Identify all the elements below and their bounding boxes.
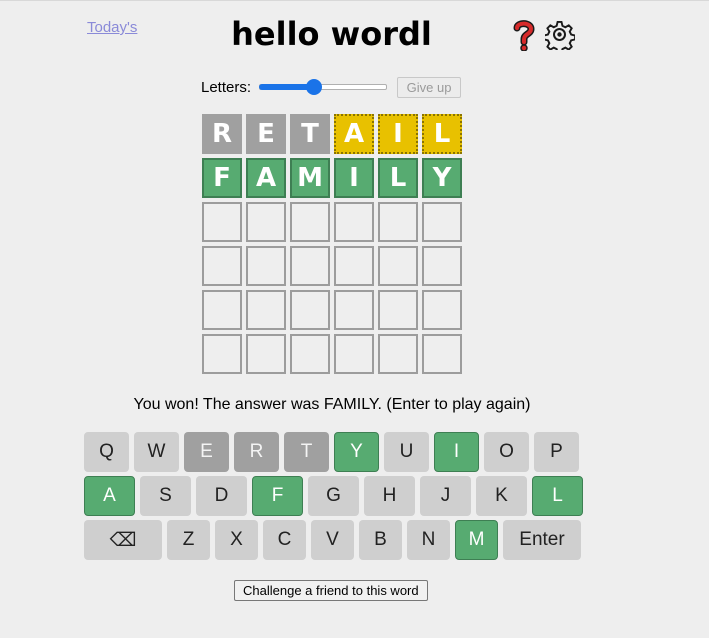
game-board: RETAILFAMILY bbox=[202, 114, 462, 374]
key-f[interactable]: F bbox=[252, 476, 303, 516]
board-tile bbox=[246, 290, 286, 330]
board-tile: A bbox=[334, 114, 374, 154]
question-mark-icon[interactable] bbox=[511, 19, 537, 51]
board-tile: M bbox=[290, 158, 330, 198]
board-tile: I bbox=[334, 158, 374, 198]
key-x[interactable]: X bbox=[215, 520, 258, 560]
key-r[interactable]: R bbox=[234, 432, 279, 472]
board-tile bbox=[290, 202, 330, 242]
enter-key[interactable]: Enter bbox=[503, 520, 581, 560]
slider-thumb[interactable] bbox=[306, 79, 323, 95]
board-tile: I bbox=[378, 114, 418, 154]
board-tile: L bbox=[378, 158, 418, 198]
board-tile bbox=[378, 246, 418, 286]
board-tile bbox=[378, 290, 418, 330]
key-c[interactable]: C bbox=[263, 520, 306, 560]
gear-icon[interactable] bbox=[545, 20, 575, 50]
key-e[interactable]: E bbox=[184, 432, 229, 472]
board-tile bbox=[202, 246, 242, 286]
page-title: hello wordl bbox=[231, 15, 432, 53]
key-u[interactable]: U bbox=[384, 432, 429, 472]
board-tile bbox=[246, 334, 286, 374]
key-o[interactable]: O bbox=[484, 432, 529, 472]
board-tile: Y bbox=[422, 158, 462, 198]
key-b[interactable]: B bbox=[359, 520, 402, 560]
keyboard-row: ⌫ Z X C V B N M Enter bbox=[84, 520, 586, 560]
page-title-container: hello wordl bbox=[0, 15, 709, 53]
board-tile bbox=[422, 334, 462, 374]
status-message: You won! The answer was FAMILY. (Enter t… bbox=[133, 396, 531, 413]
board-tile bbox=[202, 290, 242, 330]
board-tile bbox=[378, 334, 418, 374]
board-tile bbox=[202, 202, 242, 242]
letters-label: Letters: bbox=[201, 78, 252, 96]
board-tile: L bbox=[422, 114, 462, 154]
board-tile: A bbox=[246, 158, 286, 198]
backspace-key[interactable]: ⌫ bbox=[84, 520, 162, 560]
keyboard-row: ASDFGHJKL bbox=[84, 476, 588, 516]
board-tile bbox=[246, 202, 286, 242]
key-d[interactable]: D bbox=[196, 476, 247, 516]
key-a[interactable]: A bbox=[84, 476, 135, 516]
letters-control: Letters: Give up bbox=[201, 76, 462, 98]
board-tile bbox=[334, 246, 374, 286]
board-tile bbox=[290, 246, 330, 286]
key-l[interactable]: L bbox=[532, 476, 583, 516]
board-tile: E bbox=[246, 114, 286, 154]
letters-slider[interactable] bbox=[259, 77, 388, 97]
key-t[interactable]: T bbox=[284, 432, 329, 472]
key-q[interactable]: Q bbox=[84, 432, 129, 472]
board-tile bbox=[422, 202, 462, 242]
key-z[interactable]: Z bbox=[167, 520, 210, 560]
key-w[interactable]: W bbox=[134, 432, 179, 472]
board-tile bbox=[290, 290, 330, 330]
board-tile bbox=[422, 290, 462, 330]
board-tile bbox=[246, 246, 286, 286]
key-v[interactable]: V bbox=[311, 520, 354, 560]
give-up-button[interactable]: Give up bbox=[397, 76, 462, 98]
board-tile bbox=[290, 334, 330, 374]
key-m[interactable]: M bbox=[455, 520, 498, 560]
board-tile bbox=[334, 202, 374, 242]
key-s[interactable]: S bbox=[140, 476, 191, 516]
keyboard-row: QWERTYUIOP bbox=[84, 432, 584, 472]
board-tile bbox=[202, 334, 242, 374]
board-tile bbox=[422, 246, 462, 286]
key-g[interactable]: G bbox=[308, 476, 359, 516]
key-h[interactable]: H bbox=[364, 476, 415, 516]
key-p[interactable]: P bbox=[534, 432, 579, 472]
key-n[interactable]: N bbox=[407, 520, 450, 560]
board-tile: F bbox=[202, 158, 242, 198]
board-tile bbox=[378, 202, 418, 242]
key-i[interactable]: I bbox=[434, 432, 479, 472]
key-j[interactable]: J bbox=[420, 476, 471, 516]
board-tile bbox=[334, 334, 374, 374]
key-k[interactable]: K bbox=[476, 476, 527, 516]
board-tile bbox=[334, 290, 374, 330]
board-tile: T bbox=[290, 114, 330, 154]
board-tile: R bbox=[202, 114, 242, 154]
key-y[interactable]: Y bbox=[334, 432, 379, 472]
challenge-friend-button[interactable]: Challenge a friend to this word bbox=[234, 580, 428, 601]
